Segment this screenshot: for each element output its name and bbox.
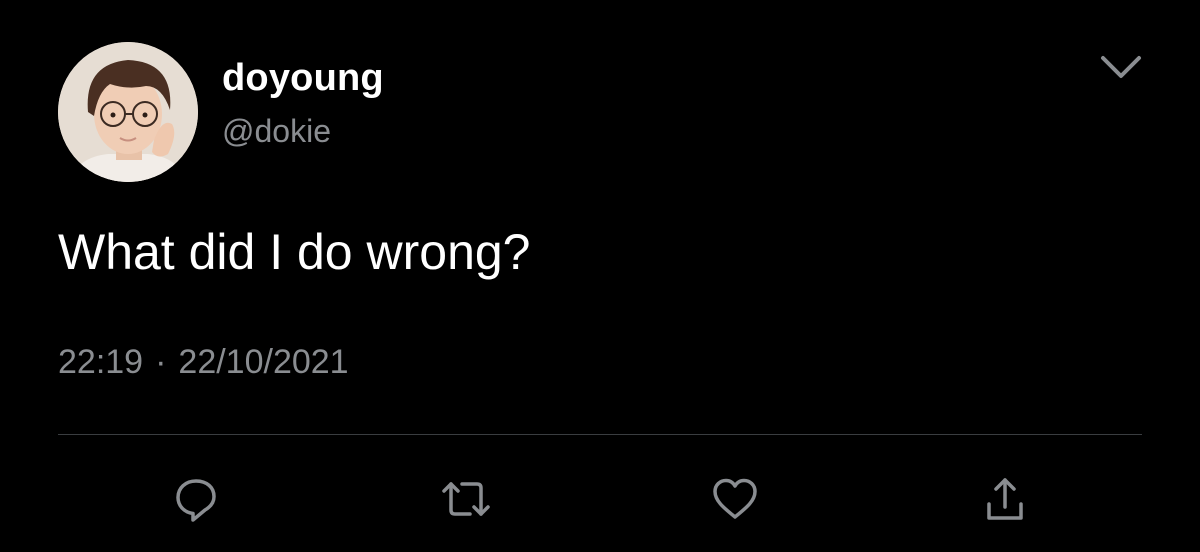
retweet-button[interactable] (441, 474, 491, 524)
tweet-date: 22/10/2021 (178, 343, 349, 381)
avatar[interactable] (58, 42, 198, 182)
tweet-timestamp: 22:19 · 22/10/2021 (58, 342, 349, 382)
share-icon (987, 478, 1023, 520)
tweet-time: 22:19 (58, 343, 144, 381)
share-button[interactable] (980, 474, 1030, 524)
user-handle[interactable]: @dokie (222, 112, 331, 150)
retweet-icon (442, 482, 490, 516)
tweet-text: What did I do wrong? (58, 224, 531, 280)
reply-button[interactable] (171, 474, 221, 524)
divider (58, 434, 1142, 435)
chevron-down-icon[interactable] (1098, 52, 1144, 82)
reply-icon (176, 479, 216, 522)
like-button[interactable] (710, 474, 760, 524)
heart-icon (713, 478, 757, 519)
display-name[interactable]: doyoung (222, 56, 384, 100)
profile-photo (58, 42, 198, 182)
meta-separator: · (155, 343, 167, 381)
